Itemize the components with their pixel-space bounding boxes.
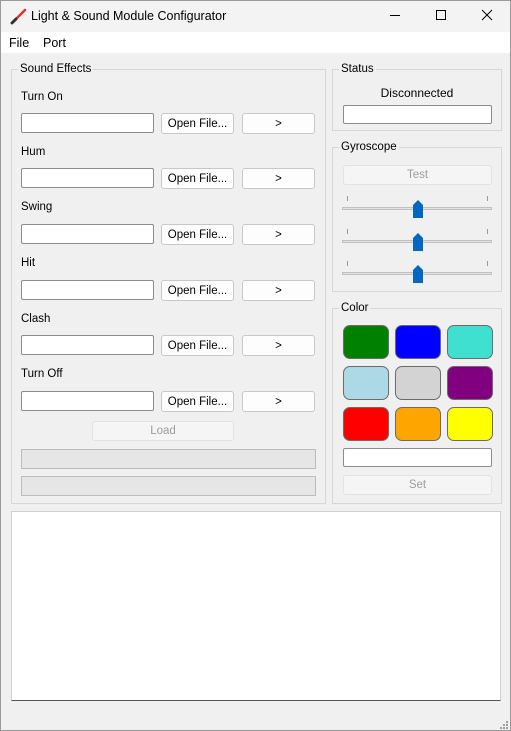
slider-tick bbox=[487, 229, 488, 234]
clash-label: Clash bbox=[21, 313, 51, 325]
hit-file-input[interactable] bbox=[21, 280, 154, 300]
minimize-icon bbox=[389, 9, 401, 24]
log-output[interactable] bbox=[11, 511, 501, 701]
turn-off-file-input[interactable] bbox=[21, 391, 154, 411]
hum-file-input[interactable] bbox=[21, 168, 154, 188]
color-swatch-purple[interactable] bbox=[447, 366, 493, 400]
gyroscope-group: Gyroscope Test bbox=[332, 141, 502, 292]
sound-effects-group: Sound Effects Turn On Open File... > Hum… bbox=[11, 63, 326, 504]
app-window: Light & Sound Module Configurator File P… bbox=[0, 0, 511, 731]
swing-open-button[interactable]: Open File... bbox=[161, 224, 234, 245]
turn-off-play-button[interactable]: > bbox=[242, 391, 315, 412]
lightsaber-icon bbox=[10, 7, 28, 25]
color-swatch-lightgray[interactable] bbox=[395, 366, 441, 400]
turn-on-open-button[interactable]: Open File... bbox=[161, 113, 234, 134]
maximize-button[interactable] bbox=[418, 1, 464, 32]
hit-open-button[interactable]: Open File... bbox=[161, 280, 234, 301]
clash-play-button[interactable]: > bbox=[242, 335, 315, 356]
color-swatch-lightblue[interactable] bbox=[343, 366, 389, 400]
turn-off-open-button[interactable]: Open File... bbox=[161, 391, 234, 412]
menu-port[interactable]: Port bbox=[43, 36, 66, 50]
maximize-icon bbox=[435, 9, 447, 24]
color-swatch-yellow[interactable] bbox=[447, 407, 493, 441]
turn-off-label: Turn Off bbox=[21, 368, 63, 380]
status-title: Status bbox=[339, 63, 376, 76]
slider-tick bbox=[347, 196, 348, 201]
gyroscope-title: Gyroscope bbox=[339, 141, 399, 154]
swing-file-input[interactable] bbox=[21, 224, 154, 244]
color-group: Color Set bbox=[332, 302, 502, 504]
upload-progress-bar bbox=[21, 449, 316, 469]
hit-label: Hit bbox=[21, 257, 36, 269]
color-swatch-green[interactable] bbox=[343, 325, 389, 359]
color-swatch-turquoise[interactable] bbox=[447, 325, 493, 359]
sound-effects-title: Sound Effects bbox=[18, 63, 94, 76]
gyro-x-thumb[interactable] bbox=[413, 200, 423, 218]
clash-file-input[interactable] bbox=[21, 335, 154, 355]
slider-tick bbox=[487, 261, 488, 266]
swing-play-button[interactable]: > bbox=[242, 224, 315, 245]
color-swatch-orange[interactable] bbox=[395, 407, 441, 441]
turn-on-label: Turn On bbox=[21, 91, 63, 103]
color-set-button[interactable]: Set bbox=[343, 475, 492, 495]
color-swatch-blue[interactable] bbox=[395, 325, 441, 359]
slider-tick bbox=[347, 261, 348, 266]
port-field[interactable] bbox=[343, 105, 492, 124]
slider-tick bbox=[347, 229, 348, 234]
color-value-field[interactable] bbox=[343, 448, 492, 467]
close-icon bbox=[481, 9, 493, 24]
resize-grip-icon[interactable] bbox=[499, 719, 509, 730]
minimize-button[interactable] bbox=[372, 1, 418, 32]
status-group: Status Disconnected bbox=[332, 63, 502, 131]
slider-tick bbox=[487, 196, 488, 201]
menu-file[interactable]: File bbox=[9, 36, 29, 50]
load-button[interactable]: Load bbox=[92, 421, 234, 441]
gyro-y-thumb[interactable] bbox=[413, 233, 423, 251]
color-swatch-red[interactable] bbox=[343, 407, 389, 441]
clash-open-button[interactable]: Open File... bbox=[161, 335, 234, 356]
color-title: Color bbox=[339, 302, 371, 315]
hit-play-button[interactable]: > bbox=[242, 280, 315, 301]
turn-on-file-input[interactable] bbox=[21, 113, 154, 133]
window-title: Light & Sound Module Configurator bbox=[31, 9, 227, 23]
menu-bar: File Port bbox=[1, 32, 510, 53]
close-button[interactable] bbox=[464, 1, 510, 32]
hum-play-button[interactable]: > bbox=[242, 168, 315, 189]
turn-on-play-button[interactable]: > bbox=[242, 113, 315, 134]
gyroscope-test-button[interactable]: Test bbox=[343, 165, 492, 185]
hum-label: Hum bbox=[21, 146, 46, 158]
swing-label: Swing bbox=[21, 201, 53, 213]
gyro-z-thumb[interactable] bbox=[413, 265, 423, 283]
hum-open-button[interactable]: Open File... bbox=[161, 168, 234, 189]
connection-status: Disconnected bbox=[380, 86, 454, 100]
file-progress-bar bbox=[21, 476, 316, 496]
title-bar[interactable]: Light & Sound Module Configurator bbox=[1, 1, 510, 32]
